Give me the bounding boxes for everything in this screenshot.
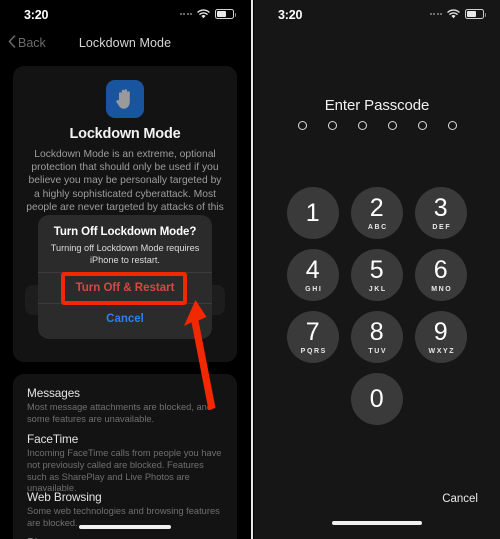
lockdown-hand-icon — [106, 80, 144, 118]
page-title: Lockdown Mode — [78, 36, 172, 50]
cellular-dots-icon — [429, 13, 442, 15]
key-letters: DEF — [432, 223, 452, 231]
status-bar-right: 3:20 — [254, 0, 500, 30]
status-icon-group — [429, 9, 486, 19]
enter-passcode-title: Enter Passcode — [324, 97, 430, 114]
key-1[interactable]: 1 — [287, 187, 339, 239]
key-digit: 5 — [369, 255, 385, 284]
dialog-message: Turning off Lockdown Mode requires iPhon… — [50, 243, 200, 265]
annotation-arrow-icon — [184, 300, 216, 410]
passcode-dot-group — [254, 121, 500, 130]
home-indicator — [79, 525, 171, 529]
key-2[interactable]: 2 ABC — [351, 187, 403, 239]
passcode-dot — [417, 121, 427, 130]
passcode-dot — [357, 121, 367, 130]
key-digit: 9 — [433, 317, 449, 346]
dialog-title: Turn Off Lockdown Mode? — [53, 226, 197, 238]
key-digit: 7 — [305, 317, 321, 346]
home-indicator — [332, 521, 422, 525]
key-letters: PQRS — [300, 347, 327, 355]
battery-icon — [215, 9, 236, 19]
passcode-dot — [387, 121, 397, 130]
nav-bar: Back Lockdown Mode — [0, 30, 250, 62]
feature-desc: Incoming FaceTime calls from people you … — [27, 448, 222, 494]
list-item: FaceTime Incoming FaceTime calls from pe… — [27, 432, 223, 495]
left-phone-screen: 3:20 Back Lockdown Mode Lockdown Mode Lo… — [0, 0, 250, 539]
battery-icon — [465, 9, 486, 19]
key-digit: 0 — [369, 384, 385, 413]
key-5[interactable]: 5 JKL — [351, 249, 403, 301]
key-digit: 4 — [305, 255, 321, 284]
key-8[interactable]: 8 TUV — [351, 311, 403, 363]
key-4[interactable]: 4 GHI — [287, 249, 339, 301]
key-7[interactable]: 7 PQRS — [287, 311, 339, 363]
key-letters: JKL — [368, 285, 387, 293]
passcode-dot — [297, 121, 307, 130]
status-bar-left: 3:20 — [0, 0, 250, 30]
cellular-dots-icon — [179, 13, 192, 15]
key-letters: ABC — [367, 223, 388, 231]
keypad-row: 1 2 ABC 3 DEF — [254, 187, 500, 239]
key-digit: 3 — [433, 193, 449, 222]
right-phone-screen: 3:20 Enter Passcode 1 2 ABC 3 DEF 4 GHI … — [254, 0, 500, 539]
annotation-highlight-box — [61, 272, 187, 305]
passcode-keypad: 1 2 ABC 3 DEF 4 GHI 5 JKL 6 MNO 7 PQRS 8… — [254, 187, 500, 435]
key-digit: 1 — [305, 198, 321, 227]
key-letters: WXYZ — [428, 347, 456, 355]
status-time: 3:20 — [278, 8, 303, 22]
key-3[interactable]: 3 DEF — [415, 187, 467, 239]
key-letters: MNO — [431, 285, 453, 293]
status-time: 3:20 — [24, 8, 49, 22]
key-digit: 8 — [369, 317, 385, 346]
feature-title: FaceTime — [27, 432, 79, 446]
key-6[interactable]: 6 MNO — [415, 249, 467, 301]
key-letters: TUV — [368, 347, 388, 355]
status-icon-group — [179, 9, 236, 19]
wifi-icon — [447, 9, 460, 19]
key-digit: 6 — [433, 255, 449, 284]
hero-title: Lockdown Mode — [69, 126, 181, 142]
panel-divider — [251, 0, 253, 539]
key-digit: 2 — [369, 193, 385, 222]
passcode-dot — [327, 121, 337, 130]
screenshot-root: 3:20 Back Lockdown Mode Lockdown Mode Lo… — [0, 0, 500, 539]
passcode-dot — [447, 121, 457, 130]
key-letters: GHI — [305, 285, 323, 293]
keypad-row: 4 GHI 5 JKL 6 MNO — [254, 249, 500, 301]
keypad-row: 0 — [254, 373, 500, 425]
feature-title: Web Browsing — [27, 490, 102, 504]
keypad-row: 7 PQRS 8 TUV 9 WXYZ — [254, 311, 500, 363]
key-9[interactable]: 9 WXYZ — [415, 311, 467, 363]
key-0[interactable]: 0 — [351, 373, 403, 425]
wifi-icon — [197, 9, 210, 19]
list-item: Web Browsing Some web technologies and b… — [27, 490, 223, 530]
passcode-cancel-button[interactable]: Cancel — [442, 493, 478, 505]
